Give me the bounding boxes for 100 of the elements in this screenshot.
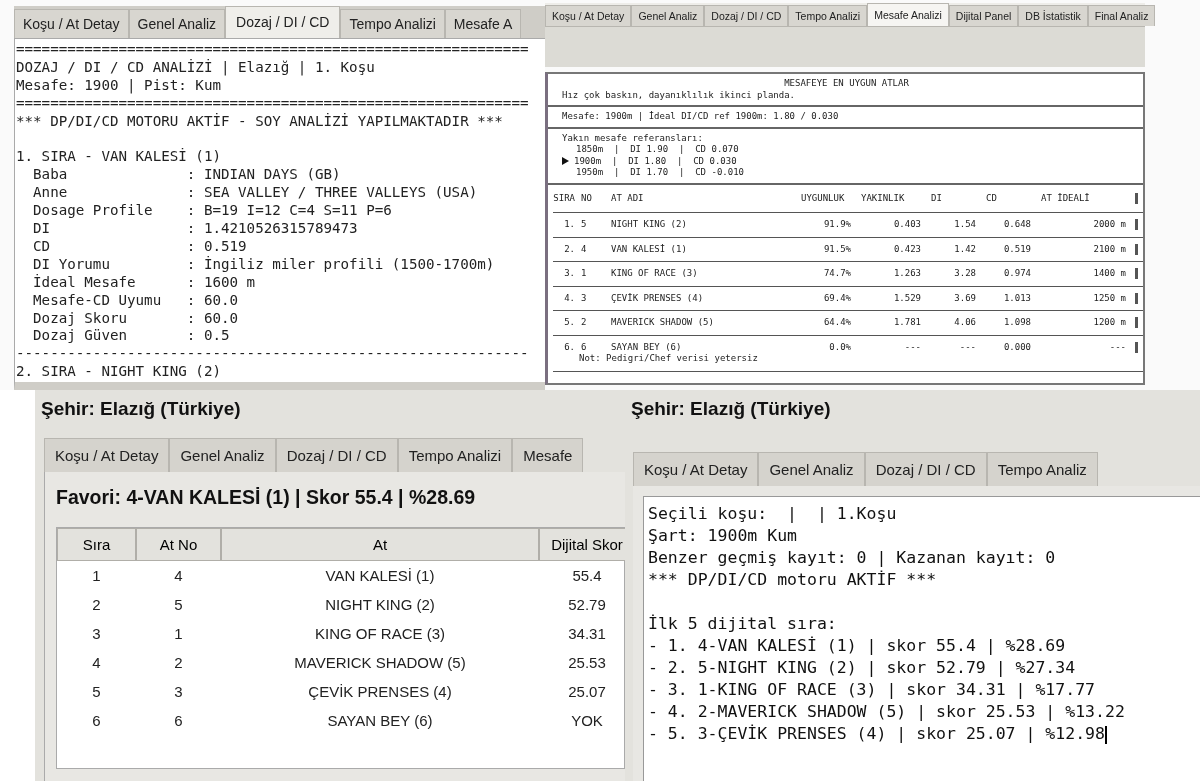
table-cell-text: 2	[581, 317, 588, 329]
column-header: NO	[581, 192, 593, 204]
table-cell-text: 3	[91, 624, 102, 644]
favorite-summary: Favori: 4-VAN KALESİ (1) | Skor 55.4 | %28.69	[56, 486, 477, 509]
table-cell-text: 1	[91, 566, 102, 586]
city-title: Şehir: Elazığ (Türkiye)	[630, 397, 832, 421]
table-cell-text: 0.403	[892, 219, 921, 231]
tab[interactable]: Tempo Analizi	[397, 438, 513, 472]
column-header[interactable]: At No	[136, 528, 221, 561]
table-cell-text: 3	[173, 682, 184, 702]
table-cell-text: 52.79	[567, 595, 607, 615]
column-header: DI	[930, 192, 943, 204]
table-cell-text: 2	[91, 595, 102, 615]
row-note: Not: Pedigri/Chef verisi yetersiz	[578, 353, 759, 365]
report-line: Mesafe-CD Uyumu : 60.0	[32, 291, 239, 310]
table-cell-text: 5	[173, 595, 184, 615]
tab[interactable]: Koşu / At Detay	[545, 5, 632, 26]
report-line: - 2. 5-NIGHT KING (2) | skor 52.79 | %27.34	[648, 657, 1076, 679]
table-cell-text: 0.000	[1002, 341, 1031, 353]
tab[interactable]: Genel Analiz	[631, 5, 705, 26]
table-cell-text: 1.781	[892, 317, 921, 329]
bar-mark	[1134, 341, 1138, 353]
table-cell-text: YOK	[570, 711, 604, 731]
column-header[interactable]: Sıra	[57, 528, 136, 561]
table-cell-text: 0.423	[892, 243, 921, 255]
table-cell-text: ---	[903, 341, 921, 353]
tab[interactable]: DB İstatistik	[1018, 5, 1088, 26]
tab[interactable]: Genel Analiz	[758, 452, 865, 486]
tab[interactable]: Mesafe A	[444, 9, 522, 38]
tab[interactable]: Koşu / At Detay	[633, 452, 759, 486]
table-cell-text: 4	[581, 243, 588, 255]
tab[interactable]: Dozaj / DI / CD	[864, 452, 987, 486]
table-cell-text: 2000 m	[1092, 219, 1126, 231]
tab[interactable]: Final Analiz	[1087, 5, 1156, 26]
table-cell-text: 1250 m	[1092, 292, 1126, 304]
tab[interactable]: Mesafe Analizi	[867, 3, 949, 26]
bar-mark	[1134, 317, 1138, 329]
table-cell-text: 91.9%	[822, 219, 851, 231]
report-line: Mesafe: 1900 | Pist: Kum	[16, 76, 221, 95]
column-header[interactable]: Dijital Skor	[539, 528, 625, 561]
table-cell-text: ÇEVİK PRENSES (4)	[307, 682, 453, 702]
table-cell-text: 25.07	[567, 682, 607, 702]
bar-mark	[1134, 292, 1138, 304]
table-cell-text: 6	[581, 341, 588, 353]
distance-info: Mesafe: 1900m | İdeal DI/CD ref 1900m: 1.80 / 0.030	[562, 111, 840, 123]
column-header: SIRA	[553, 192, 576, 204]
tab[interactable]: Koşu / At Detay	[44, 438, 170, 472]
report-line: - 1. 4-VAN KALESİ (1) | skor 55.4 | %28.69	[648, 635, 1066, 657]
bar-mark	[1134, 243, 1138, 255]
table-cell-text: 1.263	[892, 268, 921, 280]
table-cell-text: 55.4	[571, 566, 603, 586]
table-cell-text: 91.5%	[822, 243, 851, 255]
reference-line: 1900m | DI 1.80 | CD 0.030	[574, 155, 737, 167]
report-text-area[interactable]	[14, 38, 545, 390]
table-cell-text: MAVERICK SHADOW (5)	[293, 653, 467, 673]
table-cell-text: 0.974	[1002, 268, 1031, 280]
tab[interactable]: Dozaj / DI / CD	[225, 6, 341, 38]
summary-text-area[interactable]	[643, 496, 1200, 781]
table-cell-text: 1.529	[892, 292, 921, 304]
tab[interactable]: Koşu / At Detay	[14, 9, 129, 38]
table-cell-text: KING OF RACE (3)	[611, 268, 699, 280]
table-cell-text: 1.098	[1002, 317, 1031, 329]
table-cell-text: 4.	[563, 292, 576, 304]
report-line: - 3. 1-KING OF RACE (3) | skor 34.31 | %17.77	[648, 679, 1096, 701]
bar-mark	[1134, 219, 1138, 231]
report-note: Hız çok baskın, dayanıklılık ikinci planda.	[562, 89, 796, 101]
tab[interactable]: Dijital Panel	[948, 5, 1019, 26]
tab[interactable]: Tempo Analiz	[986, 452, 1098, 486]
table-cell-text: 5.	[563, 317, 576, 329]
table-cell-text: 34.31	[567, 624, 607, 644]
column-header: CD	[985, 192, 998, 204]
tab[interactable]: Genel Analiz	[169, 438, 276, 472]
column-header[interactable]: At	[221, 528, 539, 561]
table-cell-text: MAVERICK SHADOW (5)	[611, 317, 715, 329]
table-cell-text: 69.4%	[822, 292, 851, 304]
tab[interactable]: Dozaj / DI / CD	[275, 438, 398, 472]
table-cell-text: 4	[173, 566, 184, 586]
tab[interactable]: Tempo Analizi	[788, 5, 868, 26]
reference-line: 1950m | DI 1.70 | CD -0.010	[576, 167, 744, 179]
report-title: MESAFEYE EN UYGUN ATLAR	[783, 78, 910, 90]
report-line: İdeal Mesafe : 1600 m	[32, 273, 256, 292]
table-cell-text: 1.54	[953, 219, 976, 231]
table-cell-text: SAYAN BEY (6)	[326, 711, 434, 731]
table-cell-text: VAN KALESİ (1)	[324, 566, 436, 586]
table-cell-text: 4.06	[953, 317, 976, 329]
tab[interactable]: Mesafe	[512, 438, 584, 472]
report-line: Dozaj Skoru : 60.0	[32, 309, 239, 328]
table-cell-text: 3.69	[953, 292, 976, 304]
separator-line: ============================================================	[16, 41, 529, 59]
column-header: YAKINLIK	[860, 192, 906, 204]
table-cell-text: 1.42	[953, 243, 976, 255]
reference-heading: Yakın mesafe referansları:	[562, 132, 704, 144]
tab[interactable]: Dozaj / DI / CD	[704, 5, 789, 26]
column-header: AT İDEALİ	[1040, 192, 1091, 204]
table-cell-text: 1400 m	[1092, 268, 1126, 280]
tab[interactable]: Genel Analiz	[128, 9, 226, 38]
table-cell-text: ÇEVİK PRENSES (4)	[611, 292, 705, 304]
table-cell-text: NIGHT KING (2)	[611, 219, 688, 231]
tab[interactable]: Tempo Analizi	[340, 9, 445, 38]
table-cell-text: 2.	[563, 243, 576, 255]
